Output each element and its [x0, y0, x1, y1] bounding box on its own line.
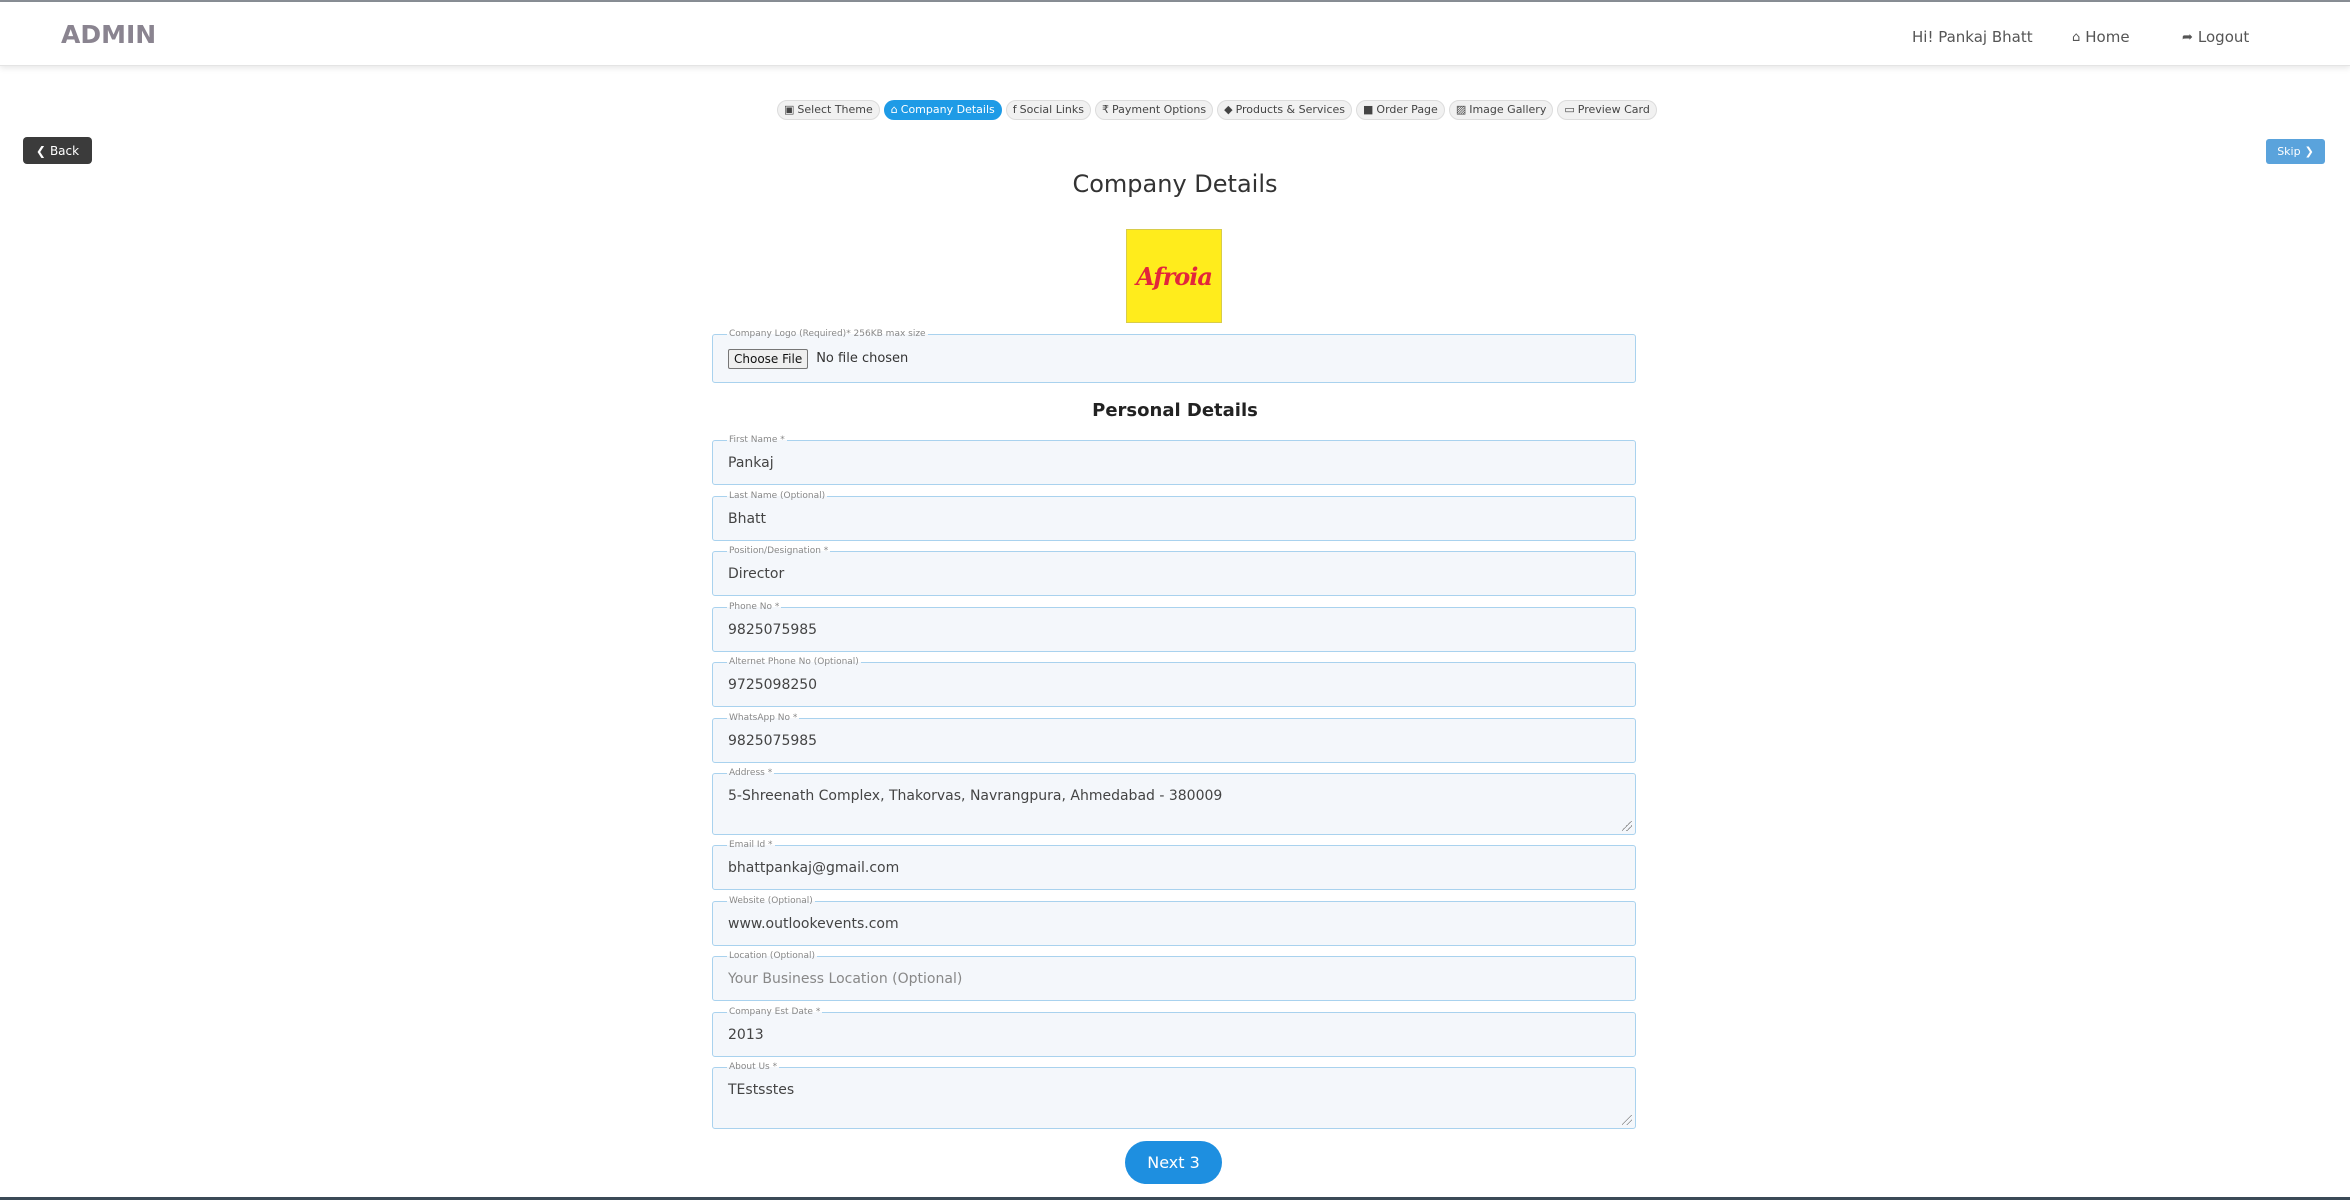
company-logo-preview: Afroia [1126, 229, 1222, 323]
page-title: Company Details [1072, 170, 1278, 198]
cart-icon: ■ [1363, 103, 1374, 116]
rupee-icon: ₹ [1101, 103, 1109, 116]
home-label: Home [2085, 28, 2130, 46]
email-input[interactable]: bhattpankaj@gmail.com [728, 860, 899, 876]
sign-out-icon: ➦ [2182, 29, 2193, 45]
step-company-details[interactable]: ⌂ Company Details [883, 100, 1002, 120]
field-legend: WhatsApp No * [727, 712, 800, 724]
position-field[interactable]: Position/Designation * Director [712, 545, 1636, 596]
laptop-icon: ▭ [1564, 103, 1575, 116]
tag-icon: ◆ [1224, 103, 1233, 116]
phone-input[interactable]: 9825075985 [728, 622, 817, 638]
field-legend: Email Id * [727, 839, 775, 851]
next-button[interactable]: Next 3 [1125, 1141, 1222, 1184]
field-legend: Phone No * [727, 601, 782, 613]
arrow-circle-right-icon: ❯ [2304, 145, 2314, 158]
alternate-phone-field[interactable]: Alternet Phone No (Optional) 9725098250 [712, 656, 1636, 707]
field-legend: Last Name (Optional) [727, 490, 828, 502]
skip-button[interactable]: Skip ❯ [2266, 139, 2325, 164]
about-us-field[interactable]: About Us * TEstsstes [712, 1061, 1636, 1129]
back-label: Back [49, 143, 80, 158]
phone-field[interactable]: Phone No * 9825075985 [712, 601, 1636, 652]
step-label: Social Links [1019, 103, 1084, 116]
logout-link[interactable]: ➦ Logout [2182, 28, 2249, 46]
field-legend: Company Logo (Required)* 256KB max size [727, 328, 928, 340]
section-title: Personal Details [1092, 400, 1258, 421]
location-input[interactable]: Your Business Location (Optional) [728, 971, 962, 987]
step-label: Select Theme [797, 103, 873, 116]
established-date-field[interactable]: Company Est Date * 2013 [712, 1006, 1636, 1057]
field-legend: First Name * [727, 434, 787, 446]
step-social-links[interactable]: f Social Links [1005, 100, 1091, 120]
file-status: No file chosen [816, 351, 909, 366]
step-payment-options[interactable]: ₹ Payment Options [1094, 100, 1214, 120]
brand-logo[interactable]: ADMIN [61, 20, 156, 49]
step-products-services[interactable]: ◆ Products & Services [1217, 100, 1353, 120]
step-label: Preview Card [1577, 103, 1650, 116]
first-name-input[interactable]: Pankaj [728, 455, 774, 471]
step-label: Products & Services [1235, 103, 1346, 116]
skip-label: Skip [2277, 145, 2301, 158]
step-preview-card[interactable]: ▭ Preview Card [1557, 100, 1657, 120]
back-button[interactable]: ❮ Back [23, 137, 92, 164]
step-label: Company Details [900, 103, 995, 116]
field-legend: About Us * [727, 1061, 780, 1073]
first-name-field[interactable]: First Name * Pankaj [712, 434, 1636, 485]
alternate-phone-input[interactable]: 9725098250 [728, 677, 817, 693]
logo-text: Afroia [1136, 261, 1213, 291]
email-field[interactable]: Email Id * bhattpankaj@gmail.com [712, 839, 1636, 890]
position-input[interactable]: Director [728, 566, 784, 582]
step-label: Order Page [1376, 103, 1438, 116]
address-field[interactable]: Address * 5-Shreenath Complex, Thakorvas… [712, 767, 1636, 835]
field-legend: Website (Optional) [727, 895, 815, 907]
field-legend: Company Est Date * [727, 1006, 823, 1018]
choose-file-button[interactable]: Choose File [728, 348, 809, 369]
wizard-steps: ▣ Select Theme ⌂ Company Details f Socia… [777, 100, 1657, 120]
logout-label: Logout [2197, 28, 2250, 46]
arrow-circle-left-icon: ❮ [35, 143, 46, 158]
home-icon: ⌂ [2072, 29, 2081, 45]
last-name-field[interactable]: Last Name (Optional) Bhatt [712, 490, 1636, 541]
field-legend: Location (Optional) [727, 950, 818, 962]
home-link[interactable]: ⌂ Home [2072, 28, 2130, 46]
website-input[interactable]: www.outlookevents.com [728, 916, 899, 932]
step-label: Image Gallery [1469, 103, 1547, 116]
company-logo-field: Company Logo (Required)* 256KB max size … [712, 328, 1636, 383]
resize-handle[interactable] [1622, 821, 1632, 831]
address-textarea[interactable]: 5-Shreenath Complex, Thakorvas, Navrangp… [728, 788, 1222, 804]
navbar: ADMIN Hi! Pankaj Bhatt ⌂ Home ➦ Logout [0, 2, 2350, 66]
user-greeting: Hi! Pankaj Bhatt [1912, 28, 2033, 46]
step-image-gallery[interactable]: ▨ Image Gallery [1448, 100, 1554, 120]
field-legend: Alternet Phone No (Optional) [727, 656, 861, 668]
last-name-input[interactable]: Bhatt [728, 511, 766, 527]
field-legend: Position/Designation * [727, 545, 831, 557]
step-label: Payment Options [1111, 103, 1207, 116]
step-order-page[interactable]: ■ Order Page [1356, 100, 1445, 120]
established-date-input[interactable]: 2013 [728, 1027, 764, 1043]
bank-icon: ⌂ [890, 103, 898, 116]
step-select-theme[interactable]: ▣ Select Theme [777, 100, 880, 120]
map-icon: ▣ [784, 103, 795, 116]
resize-handle[interactable] [1622, 1115, 1632, 1125]
image-icon: ▨ [1455, 103, 1467, 116]
facebook-icon: f [1012, 103, 1017, 116]
field-legend: Address * [727, 767, 775, 779]
location-field[interactable]: Location (Optional) Your Business Locati… [712, 950, 1636, 1001]
website-field[interactable]: Website (Optional) www.outlookevents.com [712, 895, 1636, 946]
whatsapp-input[interactable]: 9825075985 [728, 733, 817, 749]
about-us-textarea[interactable]: TEstsstes [728, 1082, 794, 1098]
whatsapp-field[interactable]: WhatsApp No * 9825075985 [712, 712, 1636, 763]
